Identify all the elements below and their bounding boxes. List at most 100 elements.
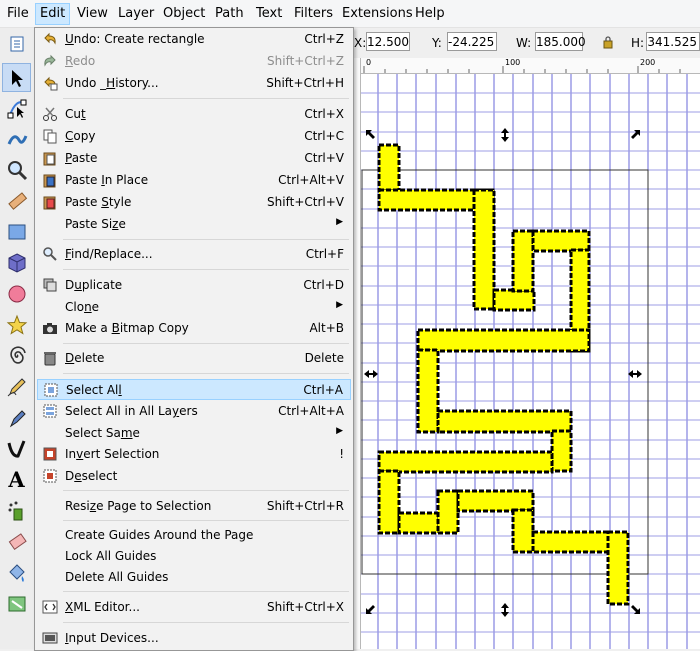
edit-menu-dropdown: Undo: Create rectangle Ctrl+Z Redo Shift…	[34, 27, 354, 651]
menu-shortcut: Ctrl+V	[304, 151, 344, 165]
invert-selection-icon	[43, 447, 57, 461]
node-tool-icon[interactable]	[3, 94, 30, 121]
input-devices-icon	[42, 632, 58, 644]
menu-item-paste-in-place[interactable]: Paste In Place Ctrl+Alt+V	[37, 170, 351, 191]
menu-item-copy[interactable]: Copy Ctrl+C	[37, 126, 351, 147]
menu-view[interactable]: View	[73, 4, 112, 24]
duplicate-icon	[43, 278, 57, 292]
spiral-tool-icon[interactable]	[3, 342, 30, 369]
3d-box-tool-icon[interactable]	[3, 249, 30, 276]
h-label: H:	[631, 36, 645, 50]
menu-separator	[63, 269, 349, 270]
menu-shortcut: Shift+Ctrl+H	[266, 76, 344, 90]
menu-item-undo-history[interactable]: Undo _History... Shift+Ctrl+H	[37, 73, 351, 94]
menu-item-clone[interactable]: Clone ▶	[37, 297, 351, 318]
spray-tool-icon[interactable]	[3, 497, 30, 524]
menu-separator	[63, 343, 349, 344]
toolbox-commands-icon[interactable]	[3, 30, 30, 57]
menu-item-label: Delete	[65, 351, 105, 365]
menu-extensions[interactable]: Extensions	[338, 4, 417, 24]
x-field[interactable]: 12.500	[366, 32, 410, 51]
undo-icon	[44, 32, 56, 45]
menu-layer[interactable]: Layer	[114, 4, 158, 24]
menu-item-label: Duplicate	[65, 278, 123, 292]
rectangle-tool-icon[interactable]	[3, 218, 30, 245]
lock-icon[interactable]	[602, 35, 614, 52]
menu-item-input-devices[interactable]: Input Devices...	[37, 628, 351, 649]
menu-separator	[63, 520, 349, 521]
menu-shortcut: Ctrl+A	[303, 383, 343, 397]
menu-shortcut: Shift+Ctrl+V	[267, 195, 344, 209]
menu-item-find-replace[interactable]: Find/Replace... Ctrl+F	[37, 244, 351, 265]
menu-shortcut: Delete	[304, 351, 344, 365]
text-tool-icon[interactable]: A	[3, 466, 30, 493]
menu-shortcut: Shift+Ctrl+X	[267, 600, 344, 614]
menu-item-label: Select All in All Layers	[65, 404, 198, 418]
pencil-tool-icon[interactable]	[3, 373, 30, 400]
ellipse-tool-icon[interactable]	[3, 280, 30, 307]
menu-item-label: Resize Page to Selection	[65, 499, 212, 513]
menu-item-select-same[interactable]: Select Same ▶	[37, 423, 351, 444]
trash-icon	[44, 352, 56, 366]
menu-item-lock-guides[interactable]: Lock All Guides	[37, 546, 351, 567]
tweak-tool-icon[interactable]	[3, 125, 30, 152]
ruler-tick-0: 0	[366, 58, 372, 67]
menu-item-label: Create Guides Around the Page	[65, 528, 254, 542]
gradient-tool-icon[interactable]	[3, 590, 30, 617]
star-tool-icon[interactable]	[3, 311, 30, 338]
measure-tool-icon[interactable]	[3, 187, 30, 214]
menu-item-xml-editor[interactable]: XML Editor... Shift+Ctrl+X	[37, 597, 351, 618]
tool-controls-bar: X: 12.500 Y: -24.225 W: 185.000 H: 341.5…	[352, 28, 700, 59]
menu-item-select-all[interactable]: Select All Ctrl+A	[37, 379, 351, 400]
eraser-tool-icon[interactable]	[3, 528, 30, 555]
menu-shortcut: Ctrl+Alt+A	[278, 404, 344, 418]
menu-item-cut[interactable]: Cut Ctrl+X	[37, 104, 351, 125]
pen-tool-icon[interactable]	[3, 404, 30, 431]
y-field[interactable]: -24.225	[447, 32, 497, 51]
menu-item-label: Find/Replace...	[65, 247, 153, 261]
menu-separator	[63, 373, 349, 374]
menu-edit[interactable]: Edit	[35, 3, 71, 25]
ruler-tick-200: 200	[640, 58, 656, 67]
menu-object[interactable]: Object	[159, 4, 209, 24]
menu-item-resize-page[interactable]: Resize Page to Selection Shift+Ctrl+R	[37, 496, 351, 517]
menu-help[interactable]: Help	[411, 4, 449, 24]
menu-bar: File Edit View Layer Object Path Text Fi…	[0, 0, 700, 28]
menu-item-redo: Redo Shift+Ctrl+Z	[37, 51, 351, 72]
menu-item-paste[interactable]: Paste Ctrl+V	[37, 148, 351, 169]
menu-shortcut: Alt+B	[309, 321, 344, 335]
menu-path[interactable]: Path	[211, 4, 248, 24]
selector-tool-icon[interactable]	[2, 63, 31, 92]
drawing-canvas[interactable]	[361, 74, 700, 649]
menu-item-deselect[interactable]: Deselect	[37, 466, 351, 487]
menu-shortcut: Ctrl+X	[304, 107, 344, 121]
cut-icon	[43, 107, 57, 121]
menu-item-label: Make a Bitmap Copy	[65, 321, 189, 335]
menu-item-make-bitmap-copy[interactable]: Make a Bitmap Copy Alt+B	[37, 318, 351, 339]
w-field[interactable]: 185.000	[535, 32, 586, 51]
menu-item-duplicate[interactable]: Duplicate Ctrl+D	[37, 275, 351, 296]
menu-file[interactable]: File	[3, 4, 33, 24]
h-field[interactable]: 341.525	[646, 32, 700, 51]
ruler-tick-100: 100	[505, 58, 521, 67]
submenu-arrow-icon: ▶	[336, 217, 343, 227]
paint-bucket-tool-icon[interactable]	[3, 559, 30, 586]
menu-item-select-all-layers[interactable]: Select All in All Layers Ctrl+Alt+A	[37, 401, 351, 422]
menu-item-delete[interactable]: Delete Delete	[37, 348, 351, 369]
calligraphy-tool-icon[interactable]	[3, 435, 30, 462]
select-all-icon	[44, 383, 58, 397]
menu-text[interactable]: Text	[252, 4, 286, 24]
menu-item-label: Cut	[65, 107, 86, 121]
menu-item-label: Paste Style	[65, 195, 132, 209]
zoom-tool-icon[interactable]	[3, 156, 30, 183]
menu-shortcut: Ctrl+Z	[304, 32, 344, 46]
menu-item-create-guides[interactable]: Create Guides Around the Page	[37, 525, 351, 546]
copy-icon	[43, 129, 57, 144]
menu-item-delete-guides[interactable]: Delete All Guides	[37, 567, 351, 588]
menu-shortcut: Shift+Ctrl+R	[266, 499, 344, 513]
menu-item-invert-selection[interactable]: Invert Selection !	[37, 444, 351, 465]
menu-item-paste-style[interactable]: Paste Style Shift+Ctrl+V	[37, 192, 351, 213]
menu-filters[interactable]: Filters	[290, 4, 337, 24]
menu-item-paste-size[interactable]: Paste Size ▶	[37, 214, 351, 235]
menu-item-undo[interactable]: Undo: Create rectangle Ctrl+Z	[37, 29, 351, 50]
